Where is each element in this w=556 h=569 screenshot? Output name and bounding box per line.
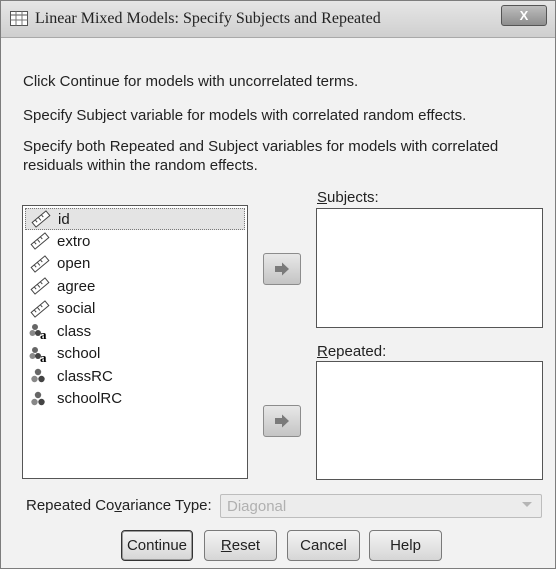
scale-ruler-icon bbox=[30, 254, 50, 273]
cancel-button[interactable]: Cancel bbox=[287, 530, 360, 561]
arrow-right-icon bbox=[275, 262, 289, 276]
list-item[interactable]: schoolRC bbox=[23, 388, 247, 411]
reset-button[interactable]: Reset bbox=[204, 530, 277, 561]
svg-text:a: a bbox=[40, 350, 47, 363]
app-table-icon bbox=[10, 11, 28, 26]
list-item[interactable]: extro bbox=[23, 230, 247, 253]
covariance-type-value: Diagonal bbox=[227, 498, 287, 515]
window-title: Linear Mixed Models: Specify Subjects an… bbox=[35, 10, 381, 27]
move-to-subjects-button[interactable] bbox=[263, 253, 301, 285]
scale-ruler-icon bbox=[30, 232, 50, 251]
repeated-list[interactable] bbox=[316, 361, 543, 480]
list-item[interactable]: a class bbox=[23, 320, 247, 343]
list-item[interactable]: id bbox=[25, 208, 245, 230]
svg-text:a: a bbox=[40, 327, 47, 340]
variable-name: class bbox=[57, 322, 92, 340]
nominal-icon bbox=[31, 369, 45, 383]
variable-name: social bbox=[57, 300, 96, 318]
variable-list[interactable]: id extro open agree social a class a sch… bbox=[22, 205, 248, 479]
covariance-type-select[interactable]: Diagonal bbox=[220, 494, 542, 518]
list-item[interactable]: a school bbox=[23, 343, 247, 366]
move-to-repeated-button[interactable] bbox=[263, 405, 301, 437]
help-button[interactable]: Help bbox=[369, 530, 442, 561]
variable-name: open bbox=[57, 255, 91, 273]
subjects-label: Subjects: bbox=[317, 189, 379, 206]
list-item[interactable]: social bbox=[23, 298, 247, 321]
variable-name: agree bbox=[57, 277, 96, 295]
close-button[interactable]: X bbox=[501, 5, 547, 26]
variable-name: id bbox=[58, 210, 70, 228]
dialog-window: Linear Mixed Models: Specify Subjects an… bbox=[0, 0, 556, 569]
covariance-type-label: Repeated Covariance Type: bbox=[26, 497, 212, 514]
scale-ruler-icon bbox=[30, 299, 50, 318]
instruction-uncorrelated: Click Continue for models with uncorrela… bbox=[23, 73, 359, 90]
list-item[interactable]: open bbox=[23, 253, 247, 276]
scale-ruler-icon bbox=[30, 277, 50, 296]
continue-button[interactable]: Continue bbox=[121, 530, 193, 561]
scale-ruler-icon bbox=[31, 210, 51, 228]
instruction-both-line1: Specify both Repeated and Subject variab… bbox=[23, 138, 499, 155]
chevron-down-icon bbox=[522, 502, 532, 507]
repeated-label: Repeated: bbox=[317, 343, 387, 360]
nominal-string-icon: a bbox=[29, 346, 47, 363]
list-item[interactable]: classRC bbox=[23, 365, 247, 388]
instruction-both-line2: residuals within the random effects. bbox=[23, 157, 258, 174]
arrow-right-icon bbox=[275, 414, 289, 428]
title-bar[interactable]: Linear Mixed Models: Specify Subjects an… bbox=[1, 1, 555, 38]
variable-name: schoolRC bbox=[57, 390, 123, 408]
variable-name: classRC bbox=[57, 367, 113, 385]
close-icon: X bbox=[519, 8, 529, 23]
variable-name: extro bbox=[57, 232, 91, 250]
list-item[interactable]: agree bbox=[23, 275, 247, 298]
instruction-subject: Specify Subject variable for models with… bbox=[23, 107, 467, 124]
nominal-icon bbox=[31, 391, 45, 405]
nominal-string-icon: a bbox=[29, 324, 47, 340]
variable-name: school bbox=[57, 345, 101, 363]
subjects-list[interactable] bbox=[316, 208, 543, 328]
